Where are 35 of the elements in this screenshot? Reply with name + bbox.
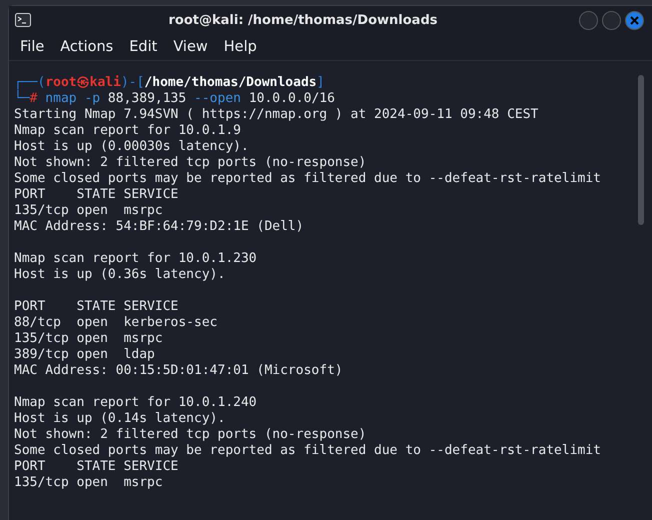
terminal-icon	[15, 13, 31, 27]
scrollbar-thumb[interactable]	[638, 75, 644, 225]
output-line: MAC Address: 00:15:5D:01:47:01 (Microsoft)	[14, 363, 344, 379]
output-line: PORT STATE SERVICE	[14, 459, 180, 475]
output-line: PORT STATE SERVICE	[14, 299, 180, 315]
close-icon	[630, 16, 639, 24]
output-line: 88/tcp open kerberos-sec	[14, 315, 218, 331]
window-title: root@kali: /home/thomas/Downloads	[168, 12, 438, 28]
output-line: 135/tcp open msrpc	[14, 475, 164, 491]
output-line: PORT STATE SERVICE	[14, 187, 180, 203]
prompt-line: ┌──(root㉿kali)-[/home/thomas/Downloads]	[14, 75, 326, 90]
close-button[interactable]	[625, 10, 644, 30]
output-line: MAC Address: 54:BF:64:79:D2:1E (Dell)	[14, 219, 305, 235]
minimize-button[interactable]	[579, 10, 598, 30]
output-line: Not shown: 2 filtered tcp ports (no-response)	[14, 427, 368, 443]
output-line: Nmap scan report for 10.0.1.240	[14, 395, 258, 411]
menu-item[interactable]: Help	[216, 37, 264, 57]
menu-item[interactable]: View	[166, 37, 215, 57]
maximize-button[interactable]	[602, 10, 621, 30]
output-line: Nmap scan report for 10.0.1.9	[14, 123, 242, 139]
output-line: 135/tcp open msrpc	[14, 203, 164, 219]
output-line: Host is up (0.14s latency).	[14, 411, 226, 427]
command-line: └─# nmap -p 88,389,135 --open 10.0.0.0/16	[14, 91, 336, 107]
output-line: 389/tcp open ldap	[14, 347, 156, 363]
menu-item[interactable]: File	[13, 37, 52, 57]
output-line: Host is up (0.00030s latency).	[14, 139, 250, 155]
output-line: 135/tcp open msrpc	[14, 331, 164, 347]
menu-item[interactable]: Edit	[122, 37, 164, 57]
output-line: Not shown: 2 filtered tcp ports (no-response)	[14, 155, 368, 171]
output-line: Some closed ports may be reported as filtered due to --defeat-rst-ratelimit	[14, 171, 602, 187]
output-line: Nmap scan report for 10.0.1.230	[14, 251, 258, 267]
menu-item[interactable]: Actions	[53, 37, 120, 57]
output-line: Host is up (0.36s latency).	[14, 267, 226, 283]
output-line: Starting Nmap 7.94SVN ( https://nmap.org ) at 2024-09-11 09:48 CEST	[14, 107, 540, 123]
output-line: Some closed ports may be reported as filtered due to --defeat-rst-ratelimit	[14, 443, 602, 459]
